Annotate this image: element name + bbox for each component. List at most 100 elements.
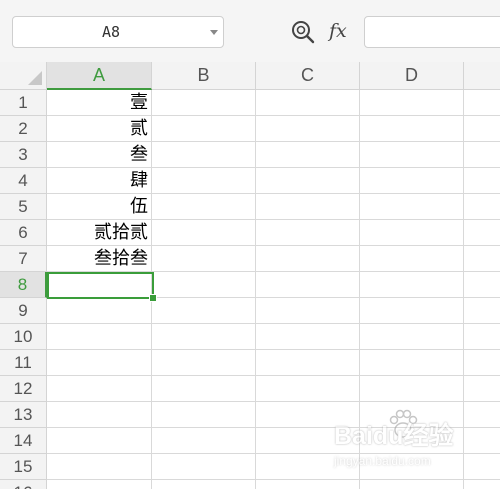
row-header-15[interactable]: 15 bbox=[0, 454, 47, 480]
cell-partial-column[interactable] bbox=[464, 428, 500, 454]
cell-c7[interactable] bbox=[256, 246, 360, 272]
column-header-b[interactable]: B bbox=[152, 62, 256, 90]
cell-c1[interactable] bbox=[256, 90, 360, 116]
column-header-a[interactable]: A bbox=[47, 62, 152, 90]
cell-c12[interactable] bbox=[256, 376, 360, 402]
cell-b5[interactable] bbox=[152, 194, 256, 220]
cell-d3[interactable] bbox=[360, 142, 464, 168]
cell-partial-column[interactable] bbox=[464, 272, 500, 298]
row-header-7[interactable]: 7 bbox=[0, 246, 47, 272]
cell-b6[interactable] bbox=[152, 220, 256, 246]
cell-d2[interactable] bbox=[360, 116, 464, 142]
cell-partial-column[interactable] bbox=[464, 454, 500, 480]
cell-partial-column[interactable] bbox=[464, 246, 500, 272]
cell-partial-column[interactable] bbox=[464, 324, 500, 350]
cell-b14[interactable] bbox=[152, 428, 256, 454]
fill-handle[interactable] bbox=[149, 294, 157, 302]
cell-a9[interactable] bbox=[47, 298, 152, 324]
cell-b8[interactable] bbox=[152, 272, 256, 298]
cell-b11[interactable] bbox=[152, 350, 256, 376]
cell-d12[interactable] bbox=[360, 376, 464, 402]
cell-d9[interactable] bbox=[360, 298, 464, 324]
cell-partial-column[interactable] bbox=[464, 480, 500, 489]
cell-d15[interactable] bbox=[360, 454, 464, 480]
cell-c2[interactable] bbox=[256, 116, 360, 142]
cell-b16[interactable] bbox=[152, 480, 256, 489]
cell-c5[interactable] bbox=[256, 194, 360, 220]
row-header-5[interactable]: 5 bbox=[0, 194, 47, 220]
chevron-down-icon[interactable] bbox=[210, 30, 218, 35]
cell-partial-column[interactable] bbox=[464, 90, 500, 116]
row-header-3[interactable]: 3 bbox=[0, 142, 47, 168]
cell-b12[interactable] bbox=[152, 376, 256, 402]
select-all-corner[interactable] bbox=[0, 62, 47, 90]
cell-partial-column[interactable] bbox=[464, 220, 500, 246]
cell-d11[interactable] bbox=[360, 350, 464, 376]
cell-b2[interactable] bbox=[152, 116, 256, 142]
cell-partial-column[interactable] bbox=[464, 168, 500, 194]
cell-b10[interactable] bbox=[152, 324, 256, 350]
zoom-lookup-icon[interactable] bbox=[290, 19, 316, 45]
fx-icon[interactable]: fx bbox=[329, 17, 357, 45]
column-header-partial[interactable] bbox=[464, 62, 500, 90]
cell-b7[interactable] bbox=[152, 246, 256, 272]
row-header-12[interactable]: 12 bbox=[0, 376, 47, 402]
cell-c4[interactable] bbox=[256, 168, 360, 194]
row-header-13[interactable]: 13 bbox=[0, 402, 47, 428]
cell-a10[interactable] bbox=[47, 324, 152, 350]
cell-partial-column[interactable] bbox=[464, 298, 500, 324]
name-box[interactable]: A8 bbox=[12, 16, 224, 48]
cell-a1[interactable]: 壹 bbox=[47, 90, 152, 116]
cell-a16[interactable] bbox=[47, 480, 152, 489]
cell-a12[interactable] bbox=[47, 376, 152, 402]
row-header-14[interactable]: 14 bbox=[0, 428, 47, 454]
cell-d6[interactable] bbox=[360, 220, 464, 246]
cell-partial-column[interactable] bbox=[464, 376, 500, 402]
cell-c16[interactable] bbox=[256, 480, 360, 489]
row-header-1[interactable]: 1 bbox=[0, 90, 47, 116]
cell-d5[interactable] bbox=[360, 194, 464, 220]
cell-b4[interactable] bbox=[152, 168, 256, 194]
cell-a15[interactable] bbox=[47, 454, 152, 480]
cell-a2[interactable]: 贰 bbox=[47, 116, 152, 142]
cell-c3[interactable] bbox=[256, 142, 360, 168]
cell-d10[interactable] bbox=[360, 324, 464, 350]
cell-c15[interactable] bbox=[256, 454, 360, 480]
column-header-c[interactable]: C bbox=[256, 62, 360, 90]
cell-c14[interactable] bbox=[256, 428, 360, 454]
cell-c10[interactable] bbox=[256, 324, 360, 350]
cell-a11[interactable] bbox=[47, 350, 152, 376]
row-header-2[interactable]: 2 bbox=[0, 116, 47, 142]
cell-d13[interactable] bbox=[360, 402, 464, 428]
cell-c6[interactable] bbox=[256, 220, 360, 246]
cell-a5[interactable]: 伍 bbox=[47, 194, 152, 220]
cell-a3[interactable]: 叁 bbox=[47, 142, 152, 168]
cell-c9[interactable] bbox=[256, 298, 360, 324]
cell-a14[interactable] bbox=[47, 428, 152, 454]
cell-b3[interactable] bbox=[152, 142, 256, 168]
cell-a4[interactable]: 肆 bbox=[47, 168, 152, 194]
formula-input[interactable] bbox=[364, 16, 500, 48]
row-header-6[interactable]: 6 bbox=[0, 220, 47, 246]
cell-b15[interactable] bbox=[152, 454, 256, 480]
cell-d1[interactable] bbox=[360, 90, 464, 116]
cell-d16[interactable] bbox=[360, 480, 464, 489]
cell-partial-column[interactable] bbox=[464, 350, 500, 376]
cell-b9[interactable] bbox=[152, 298, 256, 324]
row-header-8[interactable]: 8 bbox=[0, 272, 47, 298]
cell-d8[interactable] bbox=[360, 272, 464, 298]
column-header-d[interactable]: D bbox=[360, 62, 464, 90]
cell-b13[interactable] bbox=[152, 402, 256, 428]
cell-d14[interactable] bbox=[360, 428, 464, 454]
cell-a8[interactable] bbox=[47, 272, 152, 298]
cell-c13[interactable] bbox=[256, 402, 360, 428]
row-header-11[interactable]: 11 bbox=[0, 350, 47, 376]
row-header-16[interactable]: 16 bbox=[0, 480, 47, 489]
cell-partial-column[interactable] bbox=[464, 142, 500, 168]
cell-d7[interactable] bbox=[360, 246, 464, 272]
cell-c8[interactable] bbox=[256, 272, 360, 298]
row-header-9[interactable]: 9 bbox=[0, 298, 47, 324]
cell-partial-column[interactable] bbox=[464, 116, 500, 142]
cell-d4[interactable] bbox=[360, 168, 464, 194]
cell-partial-column[interactable] bbox=[464, 194, 500, 220]
